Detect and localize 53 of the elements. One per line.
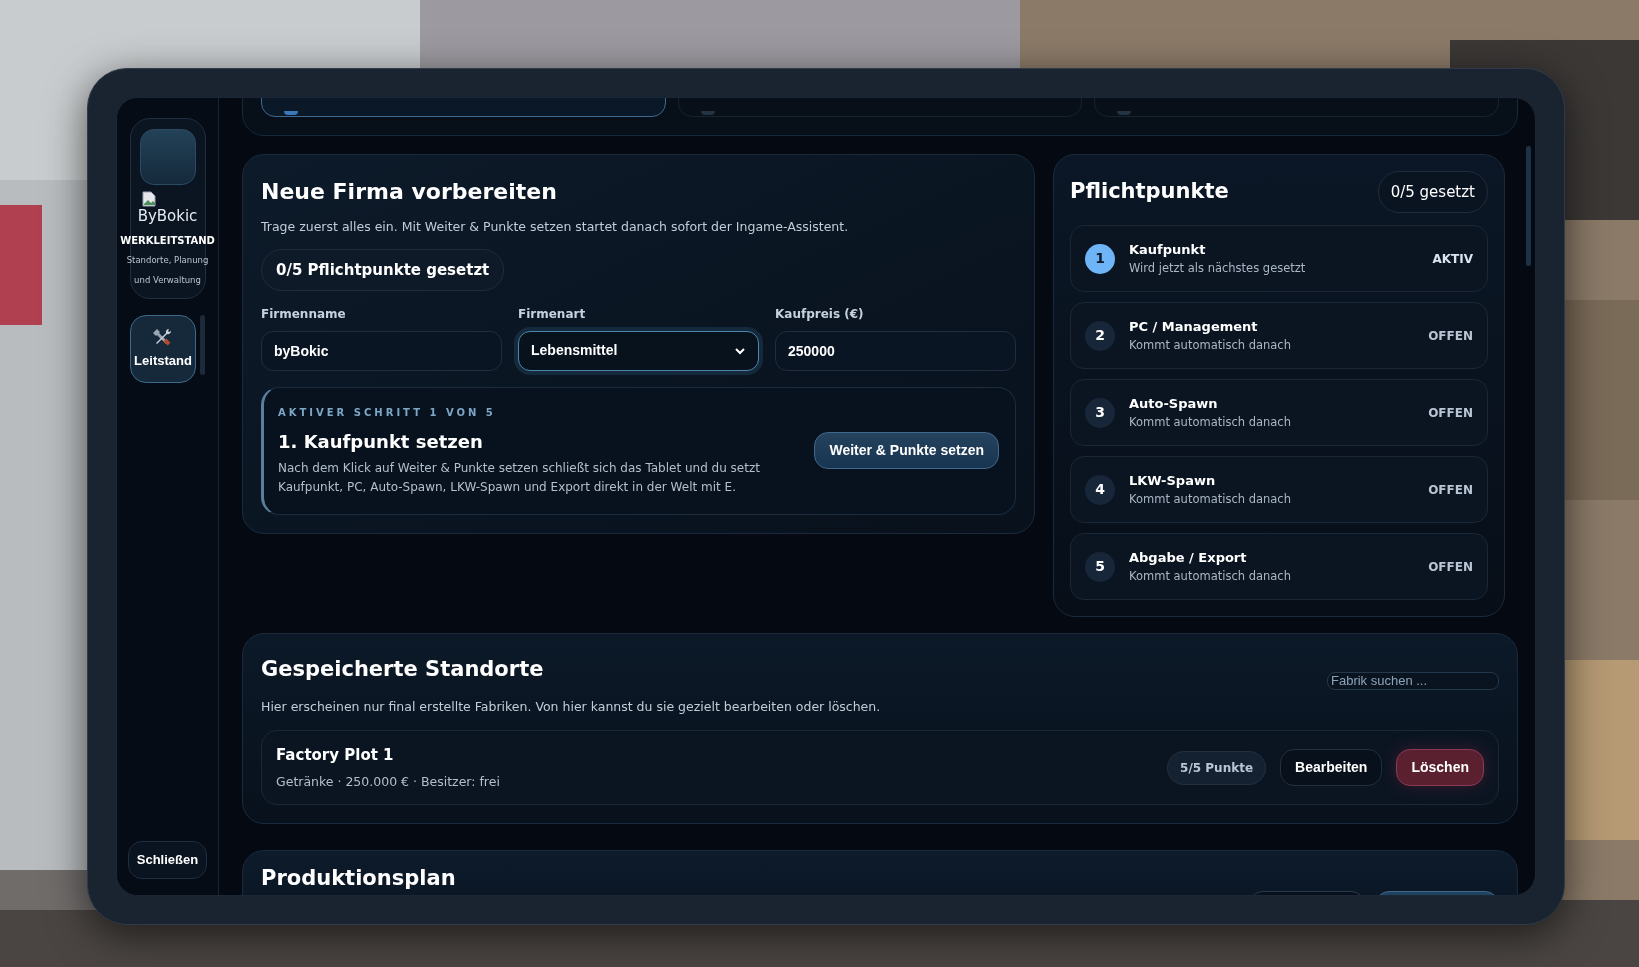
card-title: Gespeicherte Standorte (261, 656, 545, 683)
card-description: Trage zuerst alles ein. Mit Weiter & Punkte setzen startet danach sofort der Ingame-Assistent. (261, 218, 850, 236)
search-field[interactable]: Fabrik suchen ... (1327, 672, 1499, 690)
logo-alt-text: ByBokic (137, 207, 198, 225)
checkpoint-title: Kaufpunkt (1129, 241, 1207, 260)
type-select[interactable]: Lebensmittel (518, 330, 759, 371)
input-field[interactable]: 250000 (775, 330, 1016, 371)
checkpoint-title: Abgabe / Export (1129, 549, 1248, 568)
input-field[interactable]: byBokic (261, 330, 502, 371)
delete-button[interactable]: Löschen (1396, 749, 1484, 787)
step-number: 4 (1085, 474, 1115, 505)
card-title: Produktionsplan (261, 865, 456, 893)
status-label: OFFEN (1428, 558, 1473, 576)
checkpoint-subtitle: Kommt automatisch danach (1129, 413, 1292, 431)
nav-item[interactable]: Leitstand (130, 315, 196, 383)
step-eyebrow: AKTIVER SCHRITT 1 VON 5 (278, 405, 497, 420)
location-meta: Getränke · 250.000 € · Besitzer: frei (276, 772, 501, 791)
step-description: Nach dem Klick auf Weiter & Punkte setzen schließt sich das Tablet und du setzt Kaufpunkt, PC, Auto-Spawn, LKW-Spawn und Export direkt in der Welt mit E. (278, 459, 761, 496)
checkpoint-subtitle: Kommt automatisch danach (1129, 490, 1292, 508)
field-label: Firmenname (261, 305, 347, 323)
step-number: 5 (1085, 551, 1115, 582)
card-description: Hier erscheinen nur final erstellte Fabriken. Von hier kannst du sie gezielt bearbeiten oder löschen. (261, 697, 881, 716)
checkpoint-subtitle: Kommt automatisch danach (1129, 567, 1292, 585)
checkpoint-title: PC / Management (1129, 318, 1259, 337)
field-label: Firmenart (518, 305, 587, 323)
step-title: 1. Kaufpunkt setzen (278, 429, 484, 454)
tools-icon (153, 327, 173, 348)
status-label: OFFEN (1428, 481, 1473, 499)
progress-pill: 0/5 Pflichtpunkte gesetzt (261, 248, 505, 291)
logo-tile (139, 129, 196, 185)
checkpoint-subtitle: Wird jetzt als nächstes gesetzt (1129, 259, 1307, 277)
checkpoint-title: LKW-Spawn (1129, 472, 1217, 491)
field-label: Kaufpreis (€) (775, 305, 865, 323)
checkpoint-subtitle: Kommt automatisch danach (1129, 336, 1292, 354)
edit-button[interactable]: Bearbeiten (1280, 749, 1383, 787)
card-title: Pflichtpunkte (1070, 178, 1229, 206)
step-number: 2 (1085, 320, 1115, 351)
scrollbar (200, 315, 205, 375)
step-number: 1 (1085, 243, 1115, 274)
continue-button[interactable]: Weiter & Punkte setzen (814, 432, 999, 470)
broken-image-icon (140, 191, 157, 207)
step-number: 3 (1085, 397, 1115, 428)
app-title: WERKLEITSTAND (120, 234, 215, 248)
points-pill: 5/5 Punkte (1167, 750, 1267, 785)
count-pill: 0/5 gesetzt (1377, 171, 1488, 213)
card-title: Neue Firma vorbereiten (261, 178, 558, 206)
status-label: OFFEN (1428, 327, 1473, 345)
status-label: AKTIV (1432, 250, 1473, 268)
location-title: Factory Plot 1 (276, 745, 395, 767)
status-label: OFFEN (1428, 404, 1473, 422)
close-button[interactable]: Schließen (127, 841, 208, 879)
app-subtitle: Standorte, Planung und Verwaltung (125, 254, 210, 287)
checkpoint-title: Auto-Spawn (1129, 395, 1219, 414)
